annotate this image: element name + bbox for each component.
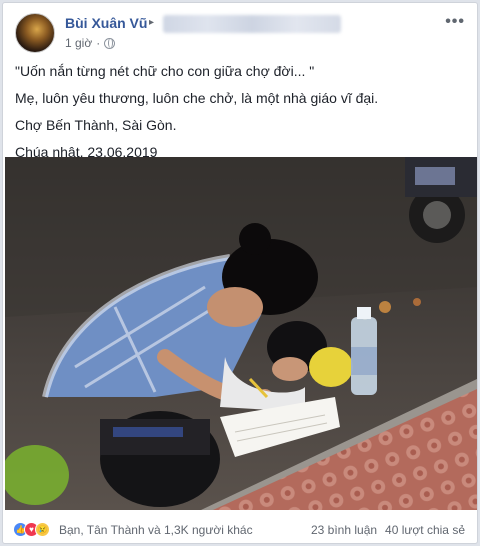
reaction-icons[interactable]: 👍 ♥ 😢: [13, 522, 50, 537]
post-footer: 👍 ♥ 😢 Bạn, Tân Thành và 1,3K người khác …: [13, 521, 469, 541]
post-line-1: "Uốn nắn từng nét chữ cho con giữa chợ đ…: [15, 63, 315, 79]
comments-count[interactable]: 23 bình luận: [311, 523, 377, 537]
sad-icon: 😢: [35, 522, 50, 537]
post-line-2: Mẹ, luôn yêu thương, luôn che chở, là mộ…: [15, 90, 379, 106]
more-options-icon[interactable]: •••: [445, 13, 465, 31]
author-avatar[interactable]: [15, 13, 55, 53]
post-time[interactable]: 1 giờ: [65, 36, 92, 50]
meta-dot: ·: [96, 36, 101, 50]
globe-icon[interactable]: [104, 37, 116, 49]
post-card: Bùi Xuân Vũ ▸ 1 giờ · ••• "Uốn nắn từng …: [2, 2, 478, 544]
shares-count[interactable]: 40 lượt chia sẻ: [385, 523, 465, 537]
caret-right-icon: ▸: [149, 17, 155, 28]
blurred-group-name: [163, 15, 341, 33]
post-line-3: Chợ Bến Thành, Sài Gòn.: [15, 117, 177, 133]
post-photo[interactable]: [5, 157, 477, 510]
author-name[interactable]: Bùi Xuân Vũ: [65, 15, 147, 31]
photo-illustration: [5, 157, 477, 510]
post-stats: 23 bình luận 40 lượt chia sẻ: [311, 523, 465, 537]
post-text: "Uốn nắn từng nét chữ cho con giữa chợ đ…: [15, 61, 467, 169]
reactions-summary[interactable]: Bạn, Tân Thành và 1,3K người khác: [59, 523, 253, 537]
post-meta: 1 giờ ·: [65, 36, 116, 50]
post-header: Bùi Xuân Vũ ▸ 1 giờ · •••: [13, 11, 469, 55]
